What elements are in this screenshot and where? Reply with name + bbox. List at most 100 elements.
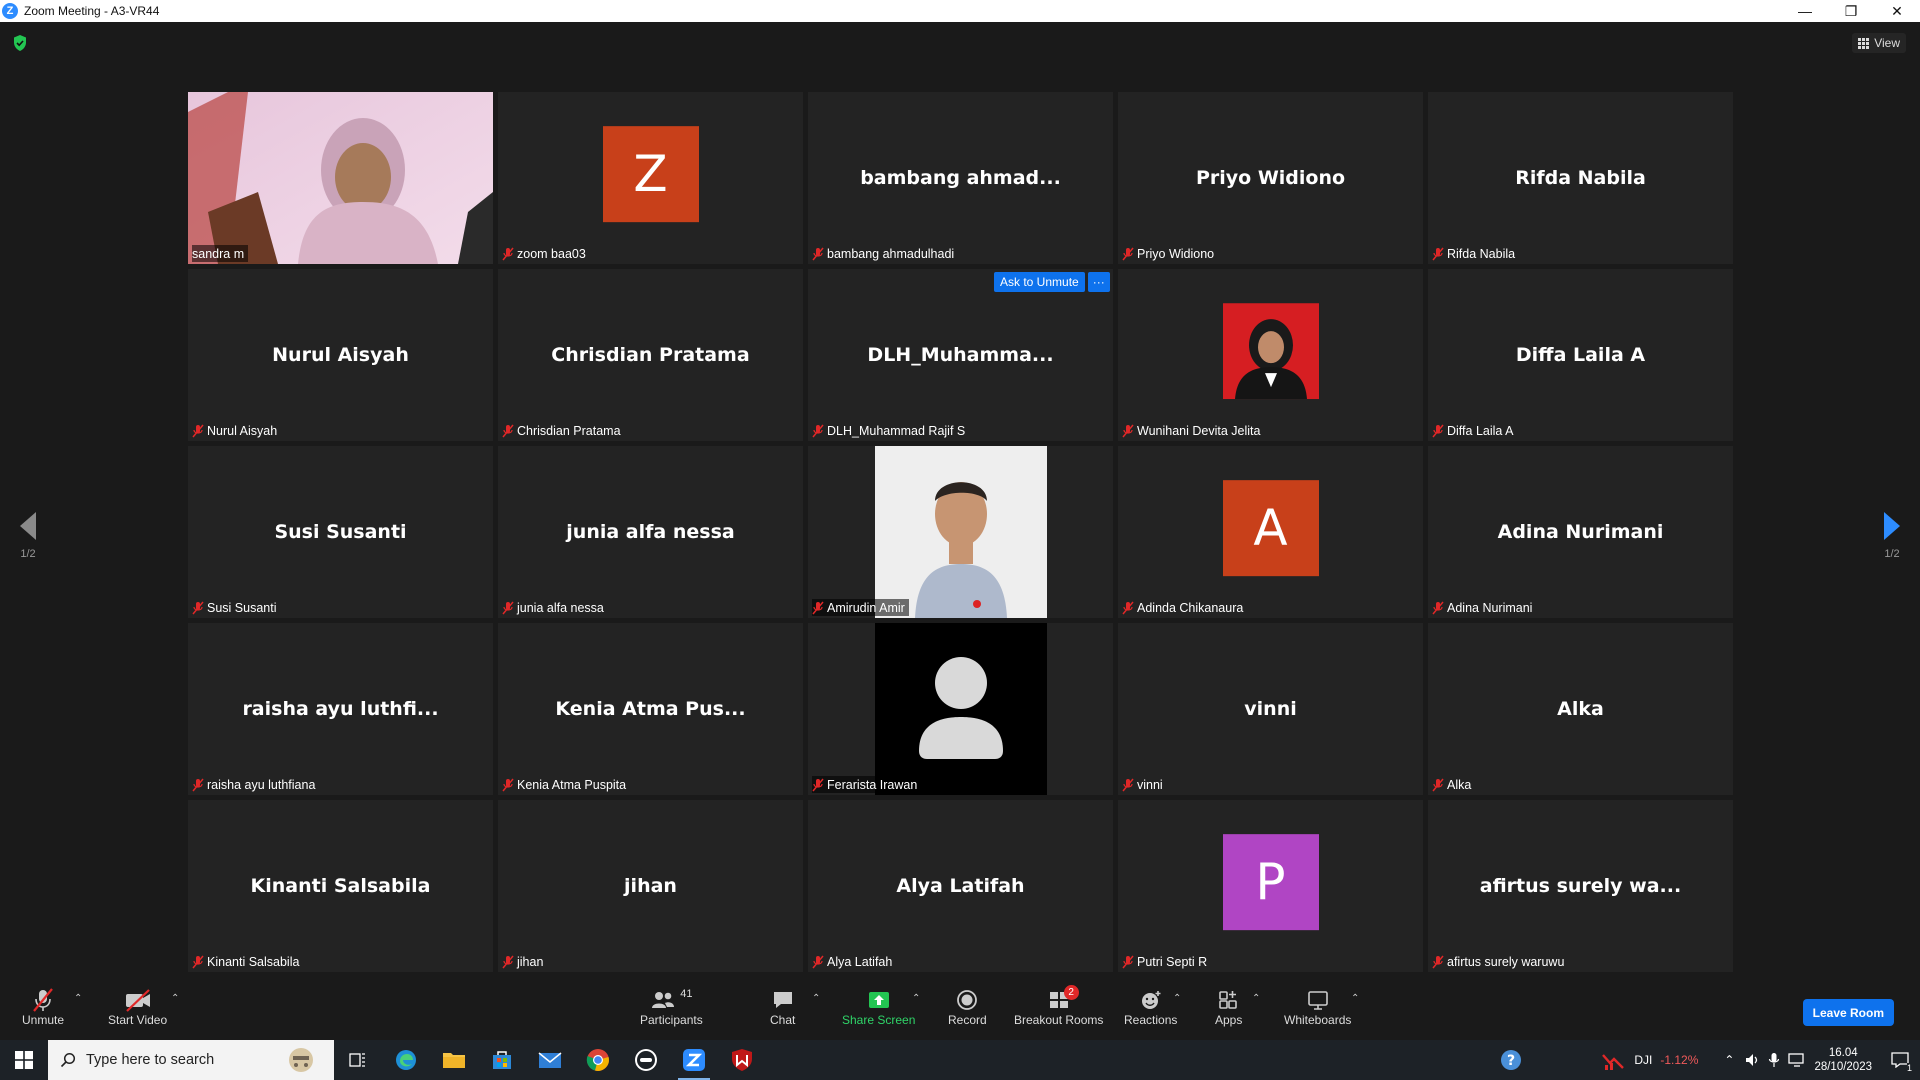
chat-button[interactable]: Chat bbox=[770, 987, 795, 1027]
edge-taskbar-button[interactable] bbox=[382, 1040, 430, 1080]
window-title: Zoom Meeting - A3-VR44 bbox=[24, 4, 160, 18]
participant-tile[interactable]: Alka Alka bbox=[1428, 623, 1733, 795]
participant-tile[interactable]: Rifda Nabila Rifda Nabila bbox=[1428, 92, 1733, 264]
next-page-button[interactable]: 1/2 bbox=[1872, 512, 1912, 560]
participant-tile[interactable]: bambang ahmad... bambang ahmadulhadi bbox=[808, 92, 1113, 264]
restore-button[interactable]: ❐ bbox=[1828, 0, 1874, 22]
mic-muted-icon bbox=[1122, 601, 1134, 615]
participant-name-label: bambang ahmadulhadi bbox=[812, 245, 958, 262]
taskbar-search[interactable]: Type here to search bbox=[48, 1040, 334, 1080]
app-taskbar-button[interactable] bbox=[622, 1040, 670, 1080]
speaker-icon[interactable] bbox=[1744, 1052, 1760, 1068]
share-screen-button[interactable]: Share Screen bbox=[842, 987, 915, 1027]
minimize-button[interactable]: — bbox=[1782, 0, 1828, 22]
clock-time: 16.04 bbox=[1828, 1047, 1858, 1059]
participant-tile[interactable]: Zzoom baa03 bbox=[498, 92, 803, 264]
participant-tile[interactable]: A Adinda Chikanaura bbox=[1118, 446, 1423, 618]
shield-check-icon[interactable] bbox=[12, 34, 28, 52]
participant-tile[interactable]: P Putri Septi R bbox=[1118, 800, 1423, 972]
participant-name-label: Susi Susanti bbox=[192, 599, 280, 616]
network-icon[interactable] bbox=[1788, 1052, 1806, 1068]
participant-tile[interactable]: vinni vinni bbox=[1118, 623, 1423, 795]
mic-muted-icon bbox=[812, 778, 824, 792]
participant-tile[interactable]: sandra m bbox=[188, 92, 493, 264]
notifications-button[interactable]: 1 bbox=[1880, 1040, 1920, 1080]
reactions-button[interactable]: Reactions bbox=[1124, 987, 1177, 1027]
participant-name-label: Putri Septi R bbox=[1122, 953, 1211, 970]
windows-taskbar: Type here to search ? DJI -1.12% ⌃ 16.04… bbox=[0, 1040, 1920, 1080]
participant-display-name: afirtus surely wa... bbox=[1479, 875, 1682, 897]
participant-tile[interactable]: Alya Latifah Alya Latifah bbox=[808, 800, 1113, 972]
mcafee-taskbar-button[interactable] bbox=[718, 1040, 766, 1080]
participant-tile[interactable]: Adina Nurimani Adina Nurimani bbox=[1428, 446, 1733, 618]
participant-tile[interactable]: Nurul Aisyah Nurul Aisyah bbox=[188, 269, 493, 441]
participant-tile[interactable]: junia alfa nessa junia alfa nessa bbox=[498, 446, 803, 618]
chat-label: Chat bbox=[770, 1013, 796, 1027]
microphone-icon[interactable] bbox=[1768, 1052, 1780, 1068]
participant-tile[interactable]: Chrisdian Pratama Chrisdian Pratama bbox=[498, 269, 803, 441]
mic-muted-icon bbox=[502, 247, 514, 261]
breakout-rooms-button[interactable]: 2 Breakout Rooms bbox=[1014, 985, 1103, 1027]
reactions-options-caret[interactable]: ⌃ bbox=[1173, 993, 1181, 1004]
participant-tile[interactable]: Kenia Atma Pus... Kenia Atma Puspita bbox=[498, 623, 803, 795]
participant-tile[interactable]: Ferarista Irawan bbox=[808, 623, 1113, 795]
view-button[interactable]: View bbox=[1852, 33, 1906, 53]
participant-video bbox=[188, 92, 493, 264]
ask-to-unmute-button[interactable]: Ask to Unmute bbox=[994, 272, 1085, 292]
participants-count: 41 bbox=[680, 988, 693, 1000]
mail-taskbar-button[interactable] bbox=[526, 1040, 574, 1080]
participant-tile[interactable]: Priyo Widiono Priyo Widiono bbox=[1118, 92, 1423, 264]
file-explorer-taskbar-button[interactable] bbox=[430, 1040, 478, 1080]
participant-display-name: Alka bbox=[1557, 698, 1604, 720]
search-highlight-icon bbox=[289, 1048, 313, 1072]
chat-options-caret[interactable]: ⌃ bbox=[812, 993, 820, 1004]
windows-logo-icon bbox=[15, 1051, 33, 1069]
arrow-left-icon bbox=[20, 512, 36, 540]
participant-avatar: Z bbox=[602, 126, 699, 223]
participant-tile[interactable]: Susi Susanti Susi Susanti bbox=[188, 446, 493, 618]
participant-display-name: Kenia Atma Pus... bbox=[555, 698, 746, 720]
participant-tile[interactable]: Amirudin Amir bbox=[808, 446, 1113, 618]
more-options-button[interactable]: ··· bbox=[1087, 272, 1110, 292]
participant-name-label: Adinda Chikanaura bbox=[1122, 599, 1247, 616]
whiteboards-button[interactable]: Whiteboards bbox=[1284, 987, 1351, 1027]
mic-muted-icon bbox=[192, 424, 204, 438]
whiteboards-options-caret[interactable]: ⌃ bbox=[1351, 993, 1359, 1004]
audio-options-caret[interactable]: ⌃ bbox=[74, 993, 82, 1004]
participant-tile[interactable]: Kinanti Salsabila Kinanti Salsabila bbox=[188, 800, 493, 972]
tray-overflow-icon[interactable]: ⌃ bbox=[1724, 1053, 1734, 1067]
participant-tile[interactable]: raisha ayu luthfi... raisha ayu luthfiana bbox=[188, 623, 493, 795]
start-video-button[interactable]: Start Video bbox=[108, 987, 167, 1027]
record-icon bbox=[957, 990, 978, 1010]
record-button[interactable]: Record bbox=[948, 987, 987, 1027]
participant-tile[interactable]: jihan jihan bbox=[498, 800, 803, 972]
unmute-label: Unmute bbox=[22, 1013, 65, 1027]
share-options-caret[interactable]: ⌃ bbox=[912, 993, 920, 1004]
taskbar-clock[interactable]: 16.04 28/10/2023 bbox=[1814, 1046, 1872, 1074]
participant-name: DLH_Muhammad Rajif S bbox=[827, 423, 966, 438]
participant-tile[interactable]: Wunihani Devita Jelita bbox=[1118, 269, 1423, 441]
participants-button[interactable]: 41 Participants bbox=[640, 987, 703, 1027]
store-taskbar-button[interactable] bbox=[478, 1040, 526, 1080]
participant-tile[interactable]: DLH_Muhamma... DLH_Muhammad Rajif S bbox=[808, 269, 1113, 441]
zoom-taskbar-button[interactable] bbox=[670, 1040, 718, 1080]
mic-muted-icon bbox=[1122, 424, 1134, 438]
participant-name: Diffa Laila A bbox=[1447, 423, 1514, 438]
apps-button[interactable]: Apps bbox=[1215, 987, 1242, 1027]
close-button[interactable]: ✕ bbox=[1874, 0, 1920, 22]
participant-display-name: bambang ahmad... bbox=[860, 167, 1061, 189]
mic-muted-icon bbox=[812, 955, 824, 969]
participant-tile[interactable]: Diffa Laila A Diffa Laila A bbox=[1428, 269, 1733, 441]
help-icon[interactable]: ? bbox=[1500, 1049, 1522, 1071]
participant-tile[interactable]: afirtus surely wa... afirtus surely waruw… bbox=[1428, 800, 1733, 972]
start-button[interactable] bbox=[0, 1040, 48, 1080]
mic-muted-icon bbox=[192, 601, 204, 615]
apps-options-caret[interactable]: ⌃ bbox=[1252, 993, 1260, 1004]
unmute-button[interactable]: Unmute bbox=[22, 987, 64, 1027]
video-options-caret[interactable]: ⌃ bbox=[171, 993, 179, 1004]
task-view-button[interactable] bbox=[334, 1040, 382, 1080]
leave-room-button[interactable]: Leave Room bbox=[1802, 999, 1894, 1026]
chrome-taskbar-button[interactable] bbox=[574, 1040, 622, 1080]
previous-page-button[interactable]: 1/2 bbox=[8, 512, 48, 560]
chrome-icon bbox=[586, 1049, 609, 1071]
